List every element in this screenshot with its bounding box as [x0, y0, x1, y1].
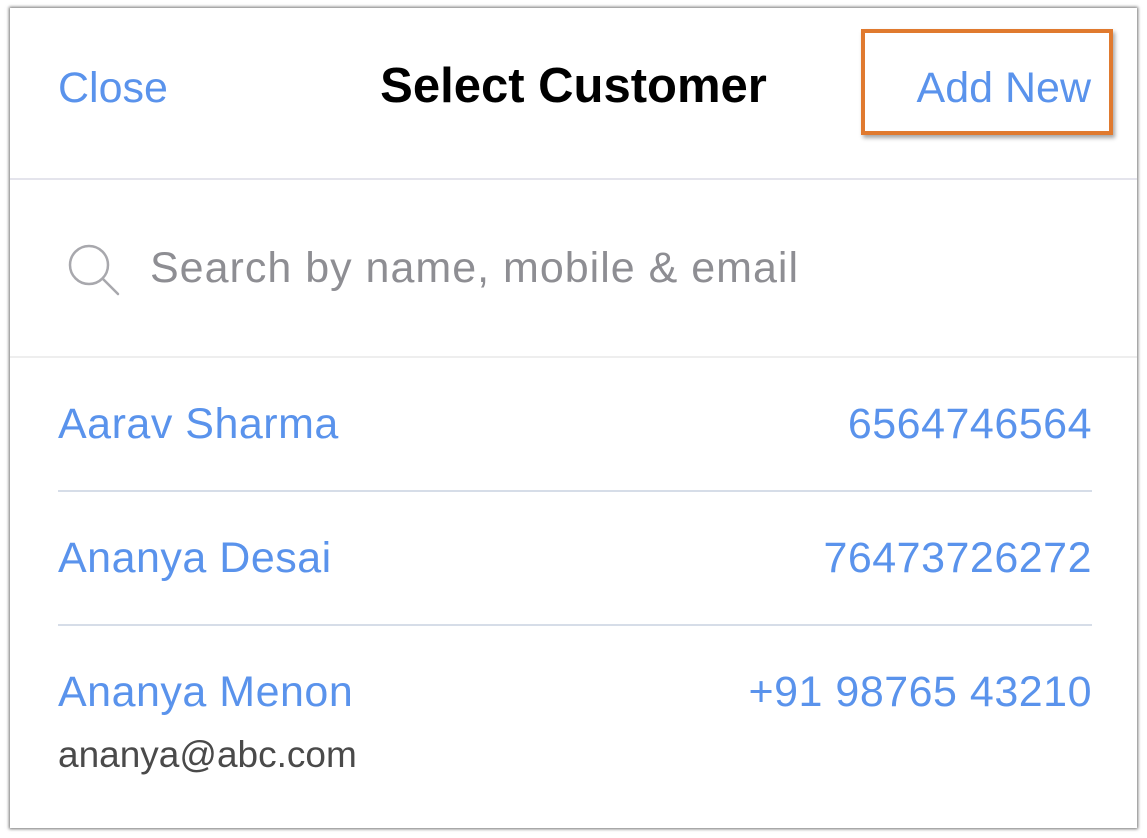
customer-row: Aarav Sharma 6564746564 — [58, 358, 1092, 490]
customer-email: ananya@abc.com — [58, 734, 357, 775]
search-bar — [10, 180, 1137, 358]
add-new-button[interactable]: Add New — [917, 60, 1091, 116]
customer-row: Ananya Desai 76473726272 — [58, 492, 1092, 624]
customer-list: Aarav Sharma 6564746564 Ananya Desai 764… — [58, 358, 1092, 790]
customer-name: Aarav Sharma — [58, 399, 339, 448]
customer-name: Ananya Menon — [58, 667, 354, 716]
customer-phone: 6564746564 — [847, 399, 1092, 448]
search-icon — [68, 244, 120, 296]
list-item[interactable]: Ananya Menon +91 98765 43210 ananya@abc.… — [58, 626, 1092, 790]
list-item[interactable]: Ananya Desai 76473726272 — [58, 492, 1092, 626]
search-input[interactable] — [150, 236, 1050, 300]
list-item[interactable]: Aarav Sharma 6564746564 — [58, 358, 1092, 492]
customer-name: Ananya Desai — [58, 533, 332, 582]
customer-phone: 76473726272 — [823, 533, 1092, 582]
modal-header: Close Select Customer Add New — [10, 8, 1137, 180]
select-customer-modal: Close Select Customer Add New Aarav Shar… — [10, 8, 1137, 828]
customer-phone: +91 98765 43210 — [748, 667, 1092, 716]
